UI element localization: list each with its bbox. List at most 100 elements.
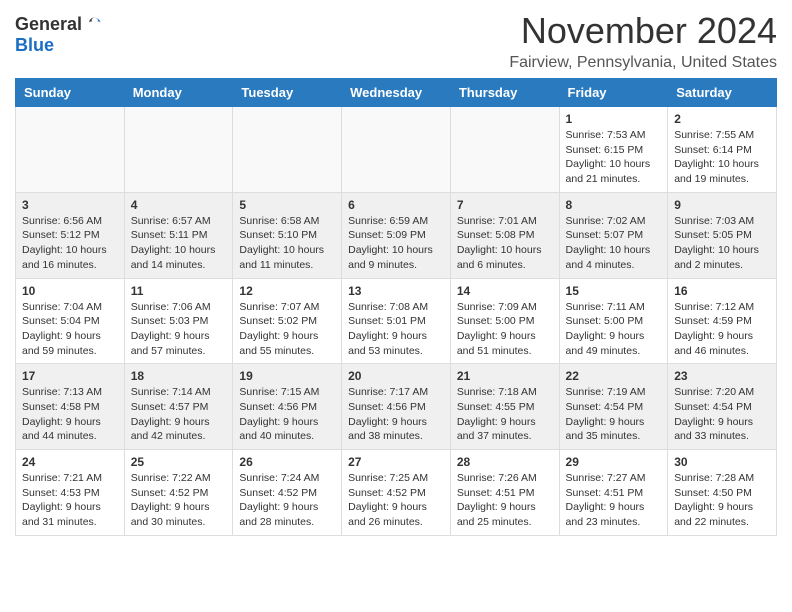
day-info: Sunrise: 6:59 AM Sunset: 5:09 PM Dayligh…: [348, 214, 444, 273]
header-monday: Monday: [124, 79, 233, 107]
table-row: 17Sunrise: 7:13 AM Sunset: 4:58 PM Dayli…: [16, 364, 125, 450]
table-row: [342, 107, 451, 193]
day-number: 5: [239, 198, 335, 212]
day-info: Sunrise: 7:27 AM Sunset: 4:51 PM Dayligh…: [566, 471, 662, 530]
day-number: 21: [457, 369, 553, 383]
table-row: 11Sunrise: 7:06 AM Sunset: 5:03 PM Dayli…: [124, 278, 233, 364]
header-friday: Friday: [559, 79, 668, 107]
header-sunday: Sunday: [16, 79, 125, 107]
day-info: Sunrise: 7:53 AM Sunset: 6:15 PM Dayligh…: [566, 128, 662, 187]
header-saturday: Saturday: [668, 79, 777, 107]
day-info: Sunrise: 7:01 AM Sunset: 5:08 PM Dayligh…: [457, 214, 553, 273]
table-row: [450, 107, 559, 193]
table-row: 14Sunrise: 7:09 AM Sunset: 5:00 PM Dayli…: [450, 278, 559, 364]
table-row: [16, 107, 125, 193]
day-info: Sunrise: 6:57 AM Sunset: 5:11 PM Dayligh…: [131, 214, 227, 273]
day-info: Sunrise: 7:02 AM Sunset: 5:07 PM Dayligh…: [566, 214, 662, 273]
day-number: 9: [674, 198, 770, 212]
day-info: Sunrise: 7:17 AM Sunset: 4:56 PM Dayligh…: [348, 385, 444, 444]
table-row: 23 Sunrise: 7:20 AM Sunset: 4:54 PM Dayli…: [668, 364, 777, 450]
day-number: 4: [131, 198, 227, 212]
day-info: Sunrise: 7:14 AM Sunset: 4:57 PM Dayligh…: [131, 385, 227, 444]
day-info: Sunrise: 6:56 AM Sunset: 5:12 PM Dayligh…: [22, 214, 118, 273]
day-number: 26: [239, 455, 335, 469]
table-row: 2 Sunrise: 7:55 AM Sunset: 6:14 PM Daylig…: [668, 107, 777, 193]
table-row: 8 Sunrise: 7:02 AM Sunset: 5:07 PM Daylig…: [559, 192, 668, 278]
table-row: 30 Sunrise: 7:28 AM Sunset: 4:50 PM Dayli…: [668, 450, 777, 536]
logo-bird-icon: [84, 15, 104, 35]
day-number: 12: [239, 284, 335, 298]
day-number: 15: [566, 284, 662, 298]
table-row: 15 Sunrise: 7:11 AM Sunset: 5:00 PM Dayli…: [559, 278, 668, 364]
day-info: Sunrise: 7:55 AM Sunset: 6:14 PM Dayligh…: [674, 128, 770, 187]
day-number: 2: [674, 112, 770, 126]
table-row: 1 Sunrise: 7:53 AM Sunset: 6:15 PM Daylig…: [559, 107, 668, 193]
table-row: 22 Sunrise: 7:19 AM Sunset: 4:54 PM Dayli…: [559, 364, 668, 450]
table-row: 28 Sunrise: 7:26 AM Sunset: 4:51 PM Dayli…: [450, 450, 559, 536]
location-title: Fairview, Pennsylvania, United States: [509, 54, 777, 72]
table-row: 6 Sunrise: 6:59 AM Sunset: 5:09 PM Daylig…: [342, 192, 451, 278]
day-info: Sunrise: 7:12 AM Sunset: 4:59 PM Dayligh…: [674, 300, 770, 359]
day-number: 3: [22, 198, 118, 212]
logo-blue-text: Blue: [15, 35, 54, 55]
table-row: 19Sunrise: 7:15 AM Sunset: 4:56 PM Dayli…: [233, 364, 342, 450]
day-number: 1: [566, 112, 662, 126]
day-info: Sunrise: 7:21 AM Sunset: 4:53 PM Dayligh…: [22, 471, 118, 530]
title-section: November 2024 Fairview, Pennsylvania, Un…: [509, 10, 777, 72]
table-row: 13Sunrise: 7:08 AM Sunset: 5:01 PM Dayli…: [342, 278, 451, 364]
page-header: General Blue November 2024 Fairview, Pen…: [15, 10, 777, 72]
table-row: 18 Sunrise: 7:14 AM Sunset: 4:57 PM Dayli…: [124, 364, 233, 450]
day-number: 27: [348, 455, 444, 469]
table-row: 12 Sunrise: 7:07 AM Sunset: 5:02 PM Dayli…: [233, 278, 342, 364]
table-row: 5 Sunrise: 6:58 AM Sunset: 5:10 PM Daylig…: [233, 192, 342, 278]
logo-general-text: General: [15, 14, 82, 35]
table-row: 3 Sunrise: 6:56 AM Sunset: 5:12 PM Daylig…: [16, 192, 125, 278]
day-info: Sunrise: 7:04 AM Sunset: 5:04 PM Dayligh…: [22, 300, 118, 359]
table-row: [233, 107, 342, 193]
day-info: Sunrise: 7:19 AM Sunset: 4:54 PM Dayligh…: [566, 385, 662, 444]
header-tuesday: Tuesday: [233, 79, 342, 107]
table-row: 7 Sunrise: 7:01 AM Sunset: 5:08 PM Daylig…: [450, 192, 559, 278]
day-number: 8: [566, 198, 662, 212]
calendar-week-row: 3 Sunrise: 6:56 AM Sunset: 5:12 PM Daylig…: [16, 192, 777, 278]
day-number: 20: [348, 369, 444, 383]
day-number: 14: [457, 284, 553, 298]
day-number: 23: [674, 369, 770, 383]
day-info: Sunrise: 7:24 AM Sunset: 4:52 PM Dayligh…: [239, 471, 335, 530]
calendar-week-row: 17Sunrise: 7:13 AM Sunset: 4:58 PM Dayli…: [16, 364, 777, 450]
table-row: 20 Sunrise: 7:17 AM Sunset: 4:56 PM Dayli…: [342, 364, 451, 450]
calendar-week-row: 24 Sunrise: 7:21 AM Sunset: 4:53 PM Dayli…: [16, 450, 777, 536]
calendar-week-row: 10 Sunrise: 7:04 AM Sunset: 5:04 PM Dayli…: [16, 278, 777, 364]
table-row: [124, 107, 233, 193]
day-info: Sunrise: 7:08 AM Sunset: 5:01 PM Dayligh…: [348, 300, 444, 359]
day-number: 6: [348, 198, 444, 212]
day-info: Sunrise: 7:20 AM Sunset: 4:54 PM Dayligh…: [674, 385, 770, 444]
day-number: 24: [22, 455, 118, 469]
table-row: 25Sunrise: 7:22 AM Sunset: 4:52 PM Dayli…: [124, 450, 233, 536]
calendar-table: Sunday Monday Tuesday Wednesday Thursday…: [15, 78, 777, 536]
day-number: 22: [566, 369, 662, 383]
day-number: 18: [131, 369, 227, 383]
day-info: Sunrise: 7:28 AM Sunset: 4:50 PM Dayligh…: [674, 471, 770, 530]
day-number: 16: [674, 284, 770, 298]
table-row: 4 Sunrise: 6:57 AM Sunset: 5:11 PM Daylig…: [124, 192, 233, 278]
day-number: 30: [674, 455, 770, 469]
day-number: 28: [457, 455, 553, 469]
table-row: 16 Sunrise: 7:12 AM Sunset: 4:59 PM Dayli…: [668, 278, 777, 364]
header-thursday: Thursday: [450, 79, 559, 107]
day-info: Sunrise: 6:58 AM Sunset: 5:10 PM Dayligh…: [239, 214, 335, 273]
day-number: 10: [22, 284, 118, 298]
day-info: Sunrise: 7:26 AM Sunset: 4:51 PM Dayligh…: [457, 471, 553, 530]
header-wednesday: Wednesday: [342, 79, 451, 107]
day-number: 7: [457, 198, 553, 212]
day-number: 17: [22, 369, 118, 383]
month-title: November 2024: [509, 10, 777, 52]
day-info: Sunrise: 7:03 AM Sunset: 5:05 PM Dayligh…: [674, 214, 770, 273]
day-info: Sunrise: 7:25 AM Sunset: 4:52 PM Dayligh…: [348, 471, 444, 530]
table-row: 21 Sunrise: 7:18 AM Sunset: 4:55 PM Dayli…: [450, 364, 559, 450]
day-info: Sunrise: 7:11 AM Sunset: 5:00 PM Dayligh…: [566, 300, 662, 359]
day-info: Sunrise: 7:18 AM Sunset: 4:55 PM Dayligh…: [457, 385, 553, 444]
logo: General Blue: [15, 14, 104, 56]
day-number: 25: [131, 455, 227, 469]
day-info: Sunrise: 7:07 AM Sunset: 5:02 PM Dayligh…: [239, 300, 335, 359]
